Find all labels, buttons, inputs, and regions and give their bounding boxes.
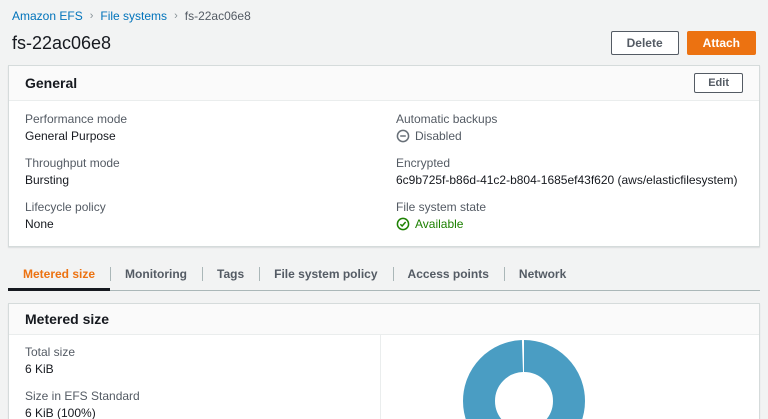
breadcrumb-link-file-systems[interactable]: File systems [100, 9, 167, 23]
field-value: Bursting [25, 173, 70, 187]
tab-tags[interactable]: Tags [202, 259, 259, 290]
tab-bar: Metered size Monitoring Tags File system… [8, 259, 760, 291]
edit-button[interactable]: Edit [694, 73, 743, 93]
general-panel-header: General Edit [9, 66, 759, 101]
field-performance-mode: Performance mode General Purpose [25, 112, 372, 143]
delete-button[interactable]: Delete [610, 31, 679, 55]
page-header: fs-22ac06e8 Delete Attach [0, 23, 768, 65]
metered-size-chart: Size in EFS Standard Size in EFS IA [381, 335, 759, 419]
metered-size-body: Total size 6 KiB Size in EFS Standard 6 … [9, 335, 759, 419]
field-value: 6c9b725f-b86d-41c2-b804-1685ef43f620 (aw… [396, 173, 738, 187]
check-circle-icon [396, 217, 410, 231]
general-fields: Performance mode General Purpose Through… [9, 101, 759, 246]
field-label: Size in EFS Standard [25, 389, 140, 403]
general-panel: General Edit Performance mode General Pu… [8, 65, 760, 247]
breadcrumb-separator-icon: › [89, 10, 94, 22]
status-text: Available [415, 217, 464, 231]
field-value: None [25, 217, 54, 231]
metered-size-panel-title: Metered size [25, 311, 110, 327]
breadcrumb-current: fs-22ac06e8 [184, 9, 251, 23]
field-total-size: Total size 6 KiB [25, 345, 364, 376]
field-value: Available [396, 217, 743, 231]
metered-size-panel-header: Metered size [9, 304, 759, 335]
field-size-efs-standard: Size in EFS Standard 6 KiB (100%) [25, 389, 364, 419]
field-value: 6 KiB (100%) [25, 406, 96, 419]
header-actions: Delete Attach [610, 31, 756, 55]
general-panel-title: General [25, 75, 78, 91]
field-lifecycle-policy: Lifecycle policy None [25, 200, 372, 231]
page-title: fs-22ac06e8 [12, 32, 112, 53]
field-value: Disabled [396, 129, 743, 143]
metered-size-panel: Metered size Total size 6 KiB Size in EF… [8, 303, 760, 419]
tab-monitoring[interactable]: Monitoring [110, 259, 202, 290]
metered-size-stats: Total size 6 KiB Size in EFS Standard 6 … [9, 335, 381, 419]
field-throughput-mode: Throughput mode Bursting [25, 156, 372, 187]
top-bar: Amazon EFS › File systems › fs-22ac06e8 [0, 0, 768, 23]
breadcrumb-separator-icon: › [174, 10, 178, 22]
field-label: Encrypted [396, 156, 451, 170]
field-label: Throughput mode [25, 156, 120, 170]
field-automatic-backups: Automatic backups Disabled [396, 112, 743, 143]
field-label: Performance mode [25, 112, 128, 126]
status-text: Disabled [415, 129, 462, 143]
tab-metered-size[interactable]: Metered size [8, 259, 111, 291]
field-file-system-state: File system state Available [396, 200, 743, 231]
tab-access-points[interactable]: Access points [392, 259, 504, 290]
donut-chart [463, 340, 585, 419]
field-encrypted: Encrypted 6c9b725f-b86d-41c2-b804-1685ef… [396, 156, 743, 187]
general-left-column: Performance mode General Purpose Through… [25, 112, 372, 244]
attach-button[interactable]: Attach [686, 31, 756, 55]
field-label: Automatic backups [396, 112, 498, 126]
tab-file-system-policy[interactable]: File system policy [259, 259, 392, 290]
breadcrumb-link-amazon-efs[interactable]: Amazon EFS [12, 9, 83, 23]
tab-network[interactable]: Network [503, 259, 581, 290]
field-value: 6 KiB [25, 362, 54, 376]
field-label: Total size [25, 345, 76, 359]
field-value: General Purpose [25, 129, 116, 143]
field-label: Lifecycle policy [25, 200, 106, 214]
minus-circle-icon [396, 129, 410, 143]
field-label: File system state [396, 200, 487, 214]
breadcrumb: Amazon EFS › File systems › fs-22ac06e8 [12, 9, 756, 23]
general-right-column: Automatic backups Disabled Encrypted 6c9… [396, 112, 743, 244]
